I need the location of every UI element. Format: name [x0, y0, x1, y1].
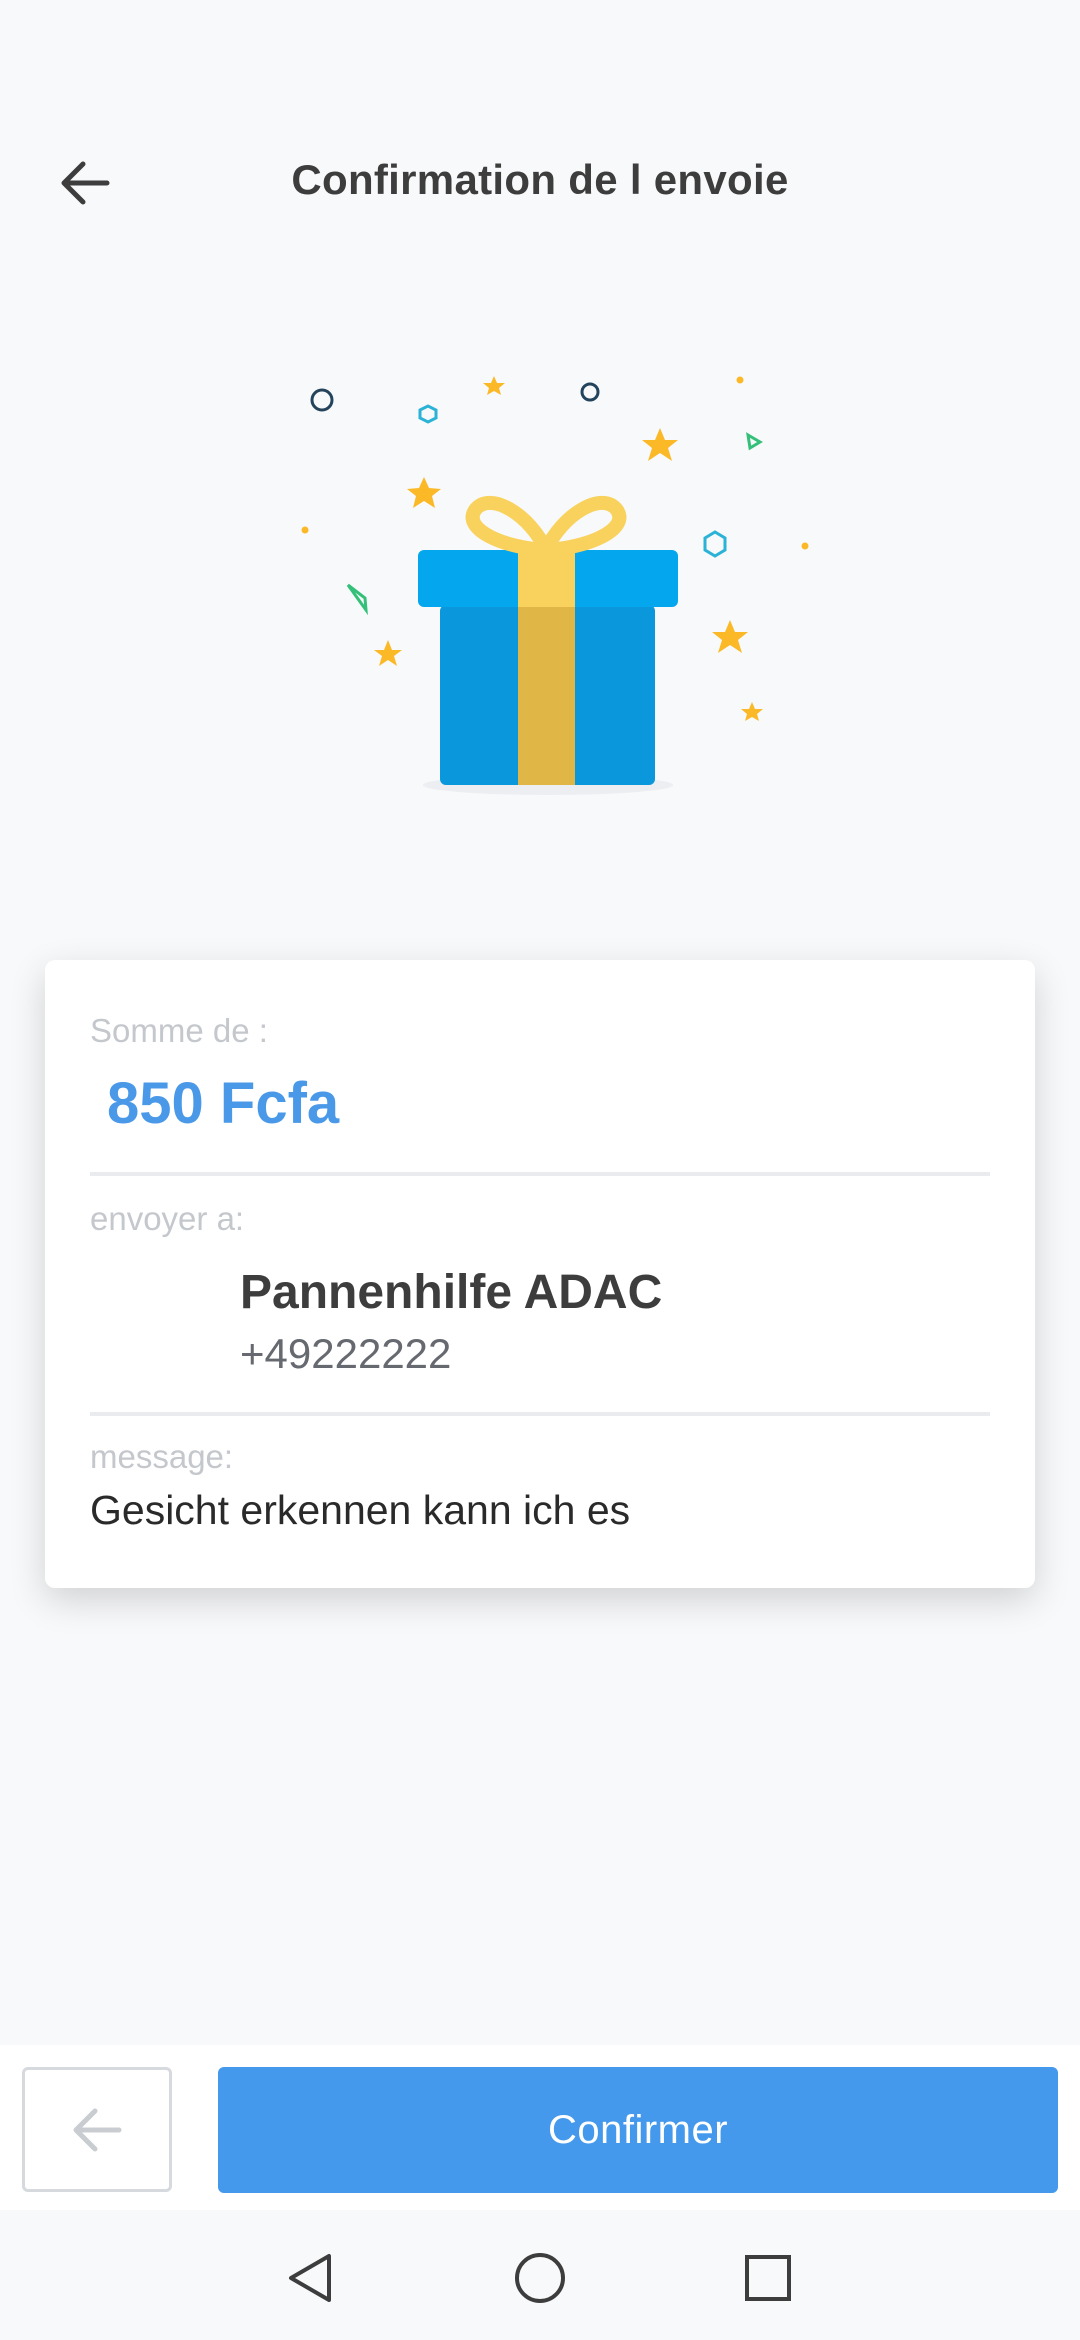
amount-label: Somme de :	[90, 1012, 268, 1049]
square-recents-icon[interactable]	[738, 2248, 798, 2308]
recipient-phone: +49222222	[240, 1330, 452, 1377]
divider	[90, 1412, 990, 1416]
app-header: Confirmation de l envoie	[0, 120, 1080, 240]
message-text: Gesicht erkennen kann ich es	[90, 1487, 631, 1533]
previous-button[interactable]	[22, 2067, 172, 2192]
triangle-back-icon[interactable]	[280, 2248, 340, 2308]
confirm-button[interactable]: Confirmer	[218, 2067, 1058, 2193]
recipient-name: Pannenhilfe ADAC	[240, 1266, 663, 1319]
divider	[90, 1172, 990, 1176]
circle-home-icon[interactable]	[510, 2248, 570, 2308]
page-title: Confirmation de l envoie	[291, 156, 789, 203]
gift-illustration	[290, 350, 830, 810]
transfer-summary-card: Somme de : 850 Fcfa envoyer a: Pannenhil…	[45, 960, 1035, 1588]
recipient-label: envoyer a:	[90, 1200, 245, 1237]
system-nav-bar	[0, 2210, 1080, 2340]
bottom-action-bar: Confirmer	[0, 2045, 1080, 2210]
arrow-left-icon	[73, 2108, 122, 2151]
amount-value: 850 Fcfa	[107, 1071, 340, 1136]
message-label: message:	[90, 1438, 234, 1475]
screen: Confirmation de l envoie Somme de: 850 …	[0, 0, 1080, 2340]
status-bar	[0, 0, 1080, 72]
